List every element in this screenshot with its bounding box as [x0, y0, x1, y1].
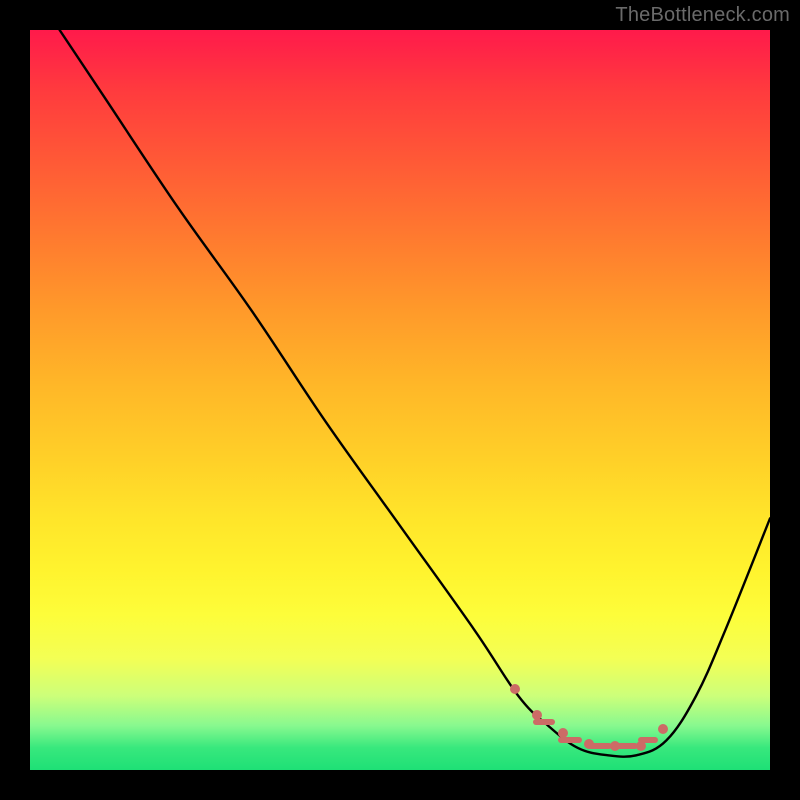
- optimal-dot: [510, 684, 520, 694]
- chart-frame: TheBottleneck.com: [0, 0, 800, 800]
- optimal-dash: [588, 743, 612, 749]
- bottleneck-curve: [30, 30, 770, 770]
- optimal-dash: [558, 737, 582, 743]
- optimal-dash: [614, 743, 638, 749]
- optimal-dash: [638, 737, 659, 743]
- site-watermark: TheBottleneck.com: [615, 4, 790, 27]
- optimal-dash: [533, 719, 555, 725]
- optimal-dot: [658, 724, 668, 734]
